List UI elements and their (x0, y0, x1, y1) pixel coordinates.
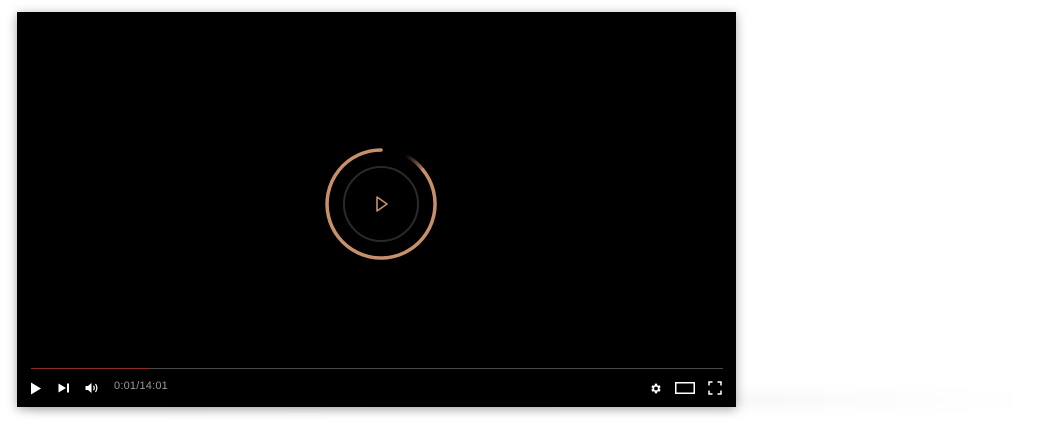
control-bar: 0:01/14:01 (17, 374, 736, 402)
volume-icon (85, 383, 97, 393)
next-icon (58, 383, 69, 393)
settings-icon (650, 383, 661, 393)
time-display: 0:01/14:01 (114, 380, 168, 392)
play-icon (31, 382, 41, 394)
fullscreen-button[interactable] (707, 378, 723, 398)
theater-mode-button[interactable] (674, 378, 696, 398)
progress-played (31, 368, 149, 369)
settings-button[interactable] (647, 378, 663, 398)
next-button[interactable] (57, 378, 71, 398)
video-player[interactable]: 0:01/14:01 (17, 12, 736, 407)
play-button[interactable] (29, 378, 43, 398)
spinner-tail (405, 154, 425, 172)
spinner-inner-ring (343, 166, 419, 242)
volume-button[interactable] (83, 378, 101, 398)
theater-mode-icon (675, 382, 695, 394)
progress-bar[interactable] (31, 368, 723, 369)
loading-spinner[interactable] (323, 146, 439, 262)
fullscreen-icon (708, 381, 722, 395)
